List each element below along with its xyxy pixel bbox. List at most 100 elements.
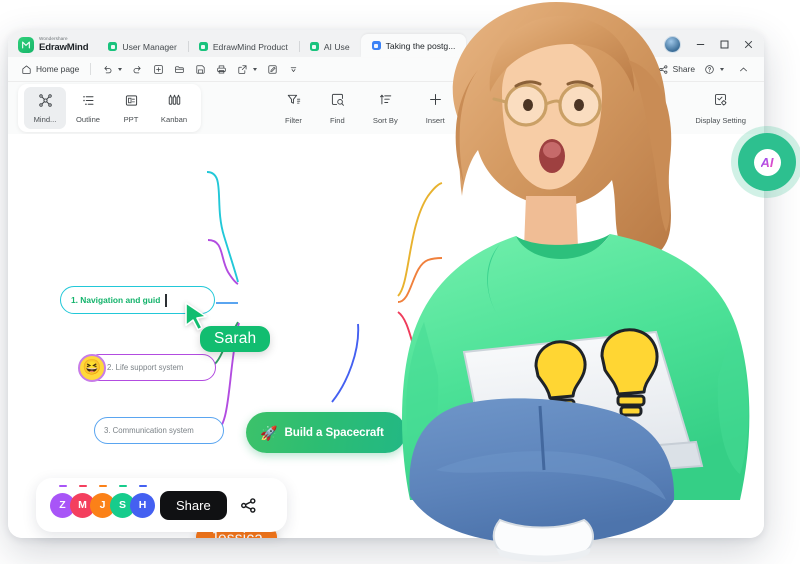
presence-dash: [78, 484, 87, 488]
maximize-icon[interactable]: [712, 35, 736, 53]
mindmap-node-7[interactable]: [431, 374, 551, 401]
tab-label: AI Use: [323, 41, 350, 52]
kanban-icon: [167, 93, 182, 113]
collaborator-flag-m: M: [463, 330, 501, 356]
help-button[interactable]: [699, 60, 729, 78]
avatar-initial: H: [130, 492, 155, 518]
edrawmind-logo-icon: [18, 37, 34, 53]
brand-name: EdrawMind: [39, 42, 89, 53]
laughing-emoji-icon[interactable]: 😆: [78, 353, 106, 382]
help-icon: [704, 64, 715, 75]
save-button[interactable]: [190, 60, 211, 78]
node-label: 2. Life support system: [107, 363, 184, 372]
view-mode-group: Mind... Outline PPT Kanban: [18, 84, 201, 132]
node-label: 3. Communication system: [104, 426, 194, 435]
app-brand: Wondershare EdrawMind: [8, 37, 97, 57]
open-icon: [174, 64, 185, 75]
collapse-ribbon-button[interactable]: [733, 60, 754, 78]
undo-button[interactable]: [97, 60, 127, 78]
collaborator-avatars: Z M J S H: [50, 484, 155, 518]
screenshot-root: Wondershare EdrawMind User Manager Edraw…: [0, 0, 800, 564]
text-cursor: [165, 293, 167, 307]
tool-label: Insert: [425, 115, 445, 125]
tab-ai-use[interactable]: AI Use: [298, 36, 361, 57]
tool-label: Filter: [285, 115, 302, 125]
presence-dash: [98, 484, 107, 488]
chevron-down-icon[interactable]: [253, 67, 258, 71]
open-button[interactable]: [169, 60, 190, 78]
rocket-icon: 🚀: [260, 424, 278, 441]
print-icon: [216, 64, 227, 75]
display-setting-button[interactable]: Display Setting: [695, 92, 746, 125]
edit-icon: [267, 64, 278, 75]
tab-taking-the-postg[interactable]: Taking the postg...: [360, 34, 467, 57]
chevron-down-icon[interactable]: [118, 67, 123, 71]
ribbon-toolbar: Mind... Outline PPT Kanban Filter Find S…: [8, 82, 764, 134]
new-button[interactable]: [148, 60, 169, 78]
view-ppt-button[interactable]: PPT: [110, 87, 152, 129]
mindmap-center-node[interactable]: 🚀 Build a Spacecraft: [246, 412, 406, 453]
edrawmind-doc-icon: [108, 42, 118, 51]
chevron-down-icon[interactable]: [720, 67, 724, 71]
display-setting-label: Display Setting: [695, 115, 746, 125]
avatar[interactable]: [664, 35, 681, 53]
collaborator-name: M: [475, 334, 489, 351]
center-node-label: Build a Spacecraft: [284, 426, 384, 439]
quickbar-right: Share: [658, 60, 756, 78]
ppt-icon: [124, 93, 139, 113]
node-label: 1. Navigation and guid: [71, 295, 161, 305]
ribbon-right-group: Display Setting: [695, 92, 754, 125]
presence-dash: [58, 484, 67, 488]
redo-button[interactable]: [127, 60, 148, 78]
mindmap-node-2[interactable]: 😆 2. Life support system: [78, 353, 216, 382]
tab-label: Taking the postg...: [385, 40, 456, 51]
share-button[interactable]: Share: [160, 490, 227, 520]
find-icon: [330, 92, 345, 112]
save-icon: [195, 64, 206, 75]
filter-button[interactable]: Filter: [285, 92, 302, 125]
insert-plus-icon: [428, 92, 443, 112]
tab-user-manager[interactable]: User Manager: [97, 36, 187, 57]
home-page-label: Home page: [36, 64, 80, 74]
minimize-icon[interactable]: [688, 35, 712, 53]
redo-icon: [132, 64, 143, 75]
ai-sparkle-icon: AI: [753, 148, 781, 176]
avatar-h[interactable]: H: [130, 484, 155, 518]
tab-edrawmind-product[interactable]: EdrawMind Product: [187, 36, 299, 57]
edrawmind-blue-doc-icon: [371, 41, 381, 50]
share-quick-label: Share: [672, 64, 695, 74]
print-button[interactable]: [211, 60, 232, 78]
close-icon[interactable]: [736, 35, 760, 53]
mindmap-node-3[interactable]: 3. Communication system: [94, 417, 224, 444]
mindmap-icon: [38, 93, 53, 113]
home-page-button[interactable]: Home page: [16, 60, 84, 78]
tab-label: User Manager: [122, 41, 177, 52]
tab-strip: User Manager EdrawMind Product AI Use Ta…: [97, 30, 662, 57]
edrawmind-window: Wondershare EdrawMind User Manager Edraw…: [8, 30, 764, 538]
edit-button[interactable]: [262, 60, 283, 78]
outline-icon: [81, 93, 96, 113]
sort-by-button[interactable]: Sort By: [373, 92, 398, 125]
view-outline-button[interactable]: Outline: [67, 87, 109, 129]
tool-label: Sort By: [372, 115, 398, 125]
export-button[interactable]: [232, 60, 262, 78]
insert-button[interactable]: Insert: [426, 92, 445, 125]
share-network-icon[interactable]: [239, 496, 258, 515]
edrawmind-doc-icon: [309, 42, 319, 51]
view-label: Mind...: [33, 114, 57, 124]
ai-assistant-button[interactable]: AI: [738, 133, 796, 191]
view-label: PPT: [123, 114, 139, 124]
find-button[interactable]: Find: [330, 92, 345, 125]
more-button[interactable]: [283, 60, 304, 78]
share-quick-button[interactable]: Share: [658, 64, 695, 75]
collaborator-flag-sarah: Sarah: [200, 326, 271, 352]
divider: [90, 63, 92, 75]
view-label: Outline: [75, 114, 101, 124]
ai-badge-label: AI: [760, 154, 774, 170]
view-kanban-button[interactable]: Kanban: [153, 87, 195, 129]
view-mindmap-button[interactable]: Mind...: [24, 87, 66, 129]
share-network-icon: [658, 64, 669, 75]
presence-dash: [138, 484, 147, 488]
tool-label: Find: [329, 115, 345, 125]
sort-by-icon: [378, 92, 393, 112]
